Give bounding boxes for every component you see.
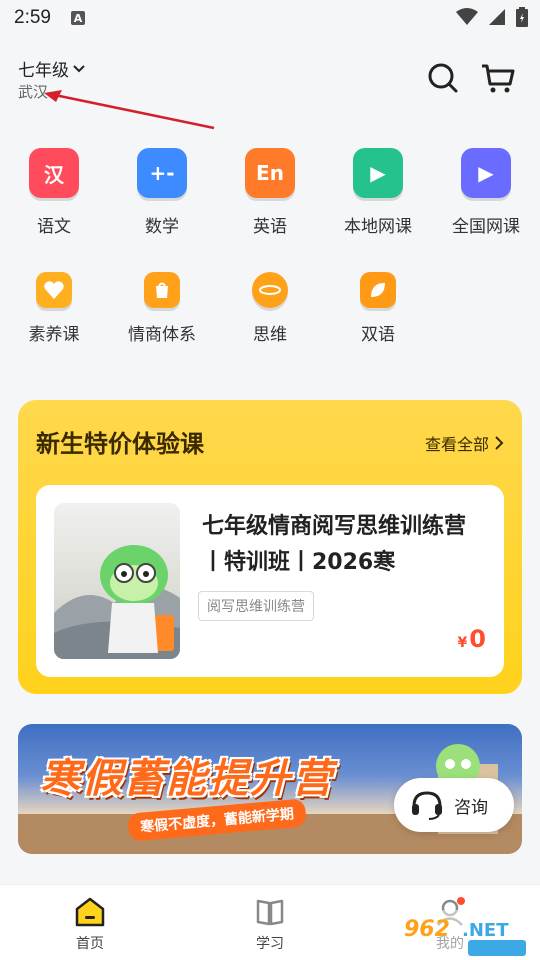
subject-label: 英语 (253, 217, 287, 237)
status-icons (456, 7, 528, 27)
mascot-illustration (54, 545, 180, 659)
cart-icon[interactable] (480, 60, 516, 96)
subject-label: 情商体系 (128, 325, 196, 345)
play-icon: ▶ (461, 148, 511, 198)
subject-label: 数学 (145, 217, 179, 237)
subject-label: 本地网课 (344, 217, 412, 237)
subject-label: 思维 (253, 325, 287, 345)
course-price: ¥ 0 (458, 625, 486, 653)
course-thumbnail (54, 503, 180, 659)
notification-a-icon: A (70, 11, 85, 25)
play-monitor-icon: ▶ (353, 148, 403, 198)
planet-icon (252, 272, 288, 308)
course-card[interactable]: 七年级情商阅写思维训练营丨特训班丨2026寒 阅写思维训练营 ¥ 0 (36, 485, 504, 677)
tab-study[interactable]: 学习 (230, 897, 310, 953)
course-tag: 阅写思维训练营 (198, 591, 314, 621)
currency-symbol: ¥ (457, 635, 468, 651)
signal-icon (489, 9, 505, 25)
wifi-icon (456, 8, 478, 25)
bag-icon (144, 272, 180, 308)
grade-selector[interactable]: 七年级 (18, 56, 85, 81)
subject-eq[interactable]: 情商体系 (108, 272, 216, 345)
site-watermark-logo: 962 .NET (398, 910, 530, 956)
subject-label: 语文 (37, 217, 71, 237)
section-title: 新生特价体验课 (36, 430, 204, 458)
home-icon (75, 897, 105, 927)
subject-label: 双语 (361, 325, 395, 345)
subject-chinese[interactable]: 汉 语文 (0, 148, 108, 237)
status-bar: 2:59 A (0, 0, 540, 36)
tab-label: 学习 (256, 936, 284, 952)
subject-english[interactable]: En 英语 (216, 148, 324, 237)
subject-label: 全国网课 (452, 217, 520, 237)
headset-icon (412, 791, 442, 820)
status-time: 2:59 (14, 7, 51, 28)
svg-text:.NET: .NET (462, 920, 509, 941)
leaf-icon (360, 272, 396, 308)
tab-label: 首页 (76, 936, 104, 952)
annotation-arrow-icon (44, 90, 215, 130)
math-icon: +- (137, 148, 187, 198)
view-all-link[interactable]: 查看全部 (425, 431, 504, 455)
english-icon: En (245, 148, 295, 198)
chevron-down-icon (73, 64, 85, 72)
chevron-right-icon (495, 436, 504, 450)
heart-icon (36, 272, 72, 308)
price-value: 0 (469, 625, 486, 653)
view-all-label: 查看全部 (424, 435, 489, 454)
consult-label: 咨询 (454, 797, 488, 818)
svg-text:962: 962 (404, 917, 450, 942)
subject-local-online[interactable]: ▶ 本地网课 (324, 148, 432, 237)
consult-button[interactable]: 咨询 (394, 778, 514, 832)
subject-thinking[interactable]: 思维 (216, 272, 324, 345)
header: 七年级 武汉 (0, 36, 540, 130)
battery-icon (516, 7, 528, 27)
book-icon (256, 899, 284, 926)
subject-national-online[interactable]: ▶ 全国网课 (432, 148, 540, 237)
chinese-icon: 汉 (29, 148, 79, 198)
subject-literacy[interactable]: 素养课 (0, 272, 108, 345)
subject-label: 素养课 (28, 325, 80, 345)
banner-headline: 寒假蓄能提升营 (40, 756, 334, 802)
tab-home[interactable]: 首页 (50, 897, 130, 953)
course-title: 七年级情商阅写思维训练营丨特训班丨2026寒 (202, 514, 467, 575)
subject-bilingual[interactable]: 双语 (324, 272, 432, 345)
grade-label: 七年级 (18, 61, 69, 81)
subject-row-2: 素养课 情商体系 思维 双语 (0, 272, 540, 345)
subject-row-1: 汉 语文 +- 数学 En 英语 ▶ 本地网课 ▶ 全国网课 (0, 148, 540, 237)
search-icon[interactable] (425, 60, 461, 96)
trial-course-section: 新生特价体验课 查看全部 七年级情商阅写思维训练营丨特训班丨2026寒 阅写思维… (18, 400, 522, 694)
subject-math[interactable]: +- 数学 (108, 148, 216, 237)
